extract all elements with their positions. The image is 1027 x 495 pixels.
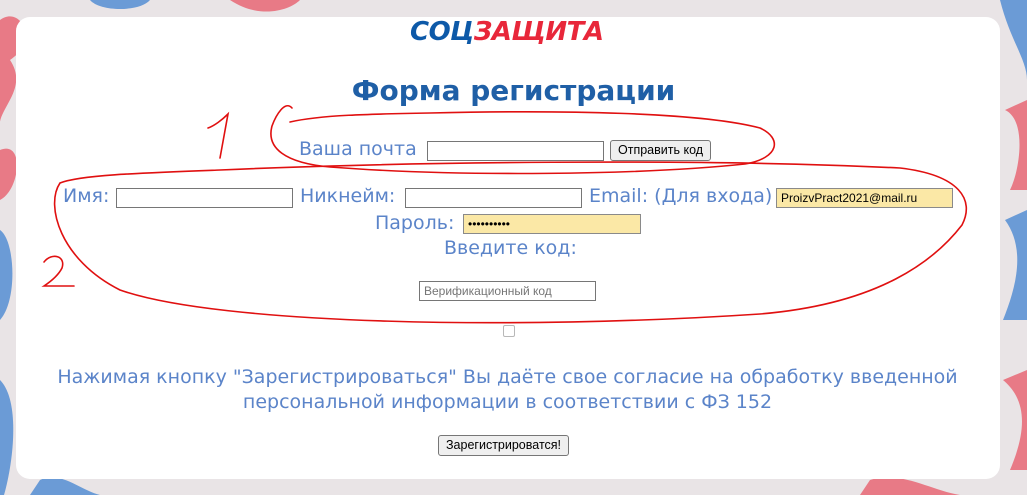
nickname-input[interactable] (405, 188, 582, 208)
password-label: Пароль: (375, 212, 455, 234)
consent-line-1: Нажимая кнопку "Зарегистрироваться" Вы д… (57, 366, 958, 388)
login-email-label: Email: (Для входа) (589, 185, 773, 207)
password-input[interactable] (463, 214, 641, 234)
consent-text: Нажимая кнопку "Зарегистрироваться" Вы д… (0, 365, 1015, 415)
name-input[interactable] (116, 188, 293, 208)
email-label: Ваша почта (299, 138, 417, 160)
page-title: Форма регистрации (351, 74, 676, 107)
send-code-button[interactable]: Отправить код (610, 140, 712, 161)
consent-checkbox[interactable] (503, 325, 515, 337)
name-label: Имя: (63, 185, 110, 207)
enter-code-label: Введите код: (444, 237, 577, 259)
verification-code-input[interactable] (419, 281, 596, 301)
sotszashchita-logo: СОЦЗАЩИТА (410, 17, 604, 47)
register-button[interactable]: Зарегистрироватся! (438, 435, 570, 456)
email-input[interactable] (427, 141, 604, 161)
nickname-label: Никнейм: (300, 185, 396, 207)
login-email-input[interactable] (776, 188, 953, 208)
consent-line-2: персональной информации в соответствии с… (242, 391, 773, 413)
